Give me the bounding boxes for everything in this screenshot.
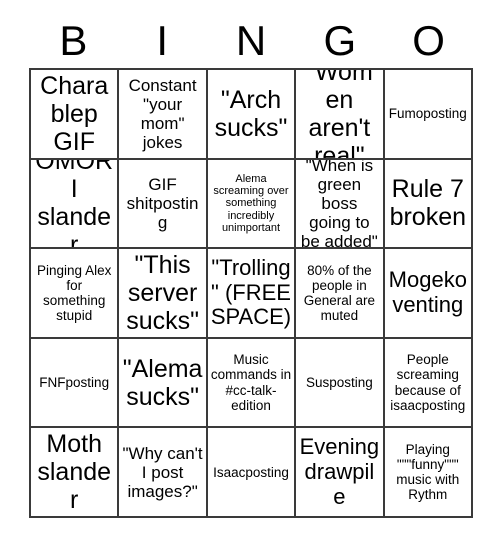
bingo-cell-label: GIF shitposting (126, 174, 199, 232)
bingo-cell-label: "Arch sucks" (214, 85, 288, 142)
bingo-header: BINGO (29, 14, 473, 68)
bingo-cell[interactable]: Susposting (296, 338, 385, 429)
bingo-cell[interactable]: Fumoposting (384, 70, 473, 160)
bingo-cell[interactable]: 80% of the people in General are muted (296, 249, 385, 339)
bingo-cell[interactable]: Mogeko venting (384, 249, 473, 339)
bingo-cell-label: Pinging Alex for something stupid (37, 262, 112, 324)
bingo-cell-label: "Why can't I post images?" (122, 443, 203, 501)
bingo-cell-label: Alema screaming over something incredibl… (213, 172, 289, 234)
bingo-cell[interactable]: Evening drawpile (296, 428, 385, 518)
bingo-cell[interactable]: Moth slander (31, 428, 120, 518)
bingo-cell-label: Isaacposting (213, 464, 289, 480)
bingo-header-letter-n: N (235, 17, 267, 64)
bingo-cell[interactable]: Pinging Alex for something stupid (31, 249, 120, 339)
bingo-cell-label: "This server sucks" (126, 251, 199, 335)
bingo-cell-label: Fumoposting (388, 106, 467, 122)
bingo-cell-label: Rule 7 broken (389, 175, 467, 232)
bingo-cell[interactable]: Rule 7 broken (384, 159, 473, 250)
bingo-header-letter-g: G (323, 17, 357, 64)
bingo-cell[interactable]: "Alema sucks" (119, 338, 208, 429)
bingo-cell[interactable]: Isaacposting (207, 428, 297, 518)
bingo-cell-label: FNFposting (39, 375, 110, 391)
bingo-cell-label: Constant "your mom" jokes (128, 75, 197, 152)
bingo-cell-free-space[interactable]: "Trolling" (FREE SPACE) (207, 249, 297, 339)
bingo-cell-label: "Trolling" (FREE SPACE) (210, 255, 292, 330)
bingo-cell-label: Susposting (305, 375, 373, 391)
bingo-cell[interactable]: GIF shitposting (119, 159, 208, 250)
bingo-cell[interactable]: People screaming because of isaacposting (384, 338, 473, 429)
bingo-cell-label: Playing """funny""" music with Rythm (396, 441, 460, 503)
bingo-cell[interactable]: Chara blep GIF (31, 70, 120, 160)
bingo-cell[interactable]: "Women aren't real" (296, 70, 385, 160)
bingo-cell[interactable]: "Arch sucks" (207, 70, 297, 160)
bingo-cell-label: Music commands in #cc-talk-edition (210, 352, 292, 413)
bingo-cell[interactable]: Constant "your mom" jokes (119, 70, 208, 160)
bingo-grid: Chara blep GIF Constant "your mom" jokes "… (29, 68, 473, 518)
bingo-cell[interactable]: FNFposting (31, 338, 120, 429)
bingo-cell-label: Chara blep GIF (40, 71, 109, 156)
bingo-cell[interactable]: "Why can't I post images?" (119, 428, 208, 518)
bingo-cell-label: Moth slander (37, 430, 112, 515)
bingo-cell-label: "Women aren't real" (306, 70, 373, 160)
bingo-cell-label: Mogeko venting (388, 267, 467, 317)
bingo-header-letter-o: O (412, 17, 445, 64)
bingo-header-letter-b: B (59, 17, 88, 64)
bingo-cell[interactable]: Playing """funny""" music with Rythm (384, 428, 473, 518)
bingo-cell-label: "Alema sucks" (122, 354, 203, 411)
bingo-cell-label: "When is green boss going to be added" (300, 159, 378, 250)
bingo-cell-label: 80% of the people in General are muted (303, 262, 376, 324)
bingo-card: B I N G O Chara blep GIF Constant "your mom" … (0, 0, 500, 544)
bingo-cell[interactable]: Alema screaming over something incredibl… (207, 159, 297, 250)
bingo-cell[interactable]: "This server sucks" (119, 249, 208, 339)
bingo-cell-label: People screaming because of isaacposting (390, 352, 466, 413)
bingo-cell-label: Evening drawpile (299, 434, 380, 509)
bingo-cell[interactable]: OMORI slander (31, 159, 120, 250)
bingo-cell[interactable]: Music commands in #cc-talk-edition (207, 338, 297, 429)
bingo-cell[interactable]: "When is green boss going to be added" (296, 159, 385, 250)
bingo-cell-label: OMORI slander (35, 159, 114, 250)
bingo-header-letter-i: I (156, 17, 169, 64)
